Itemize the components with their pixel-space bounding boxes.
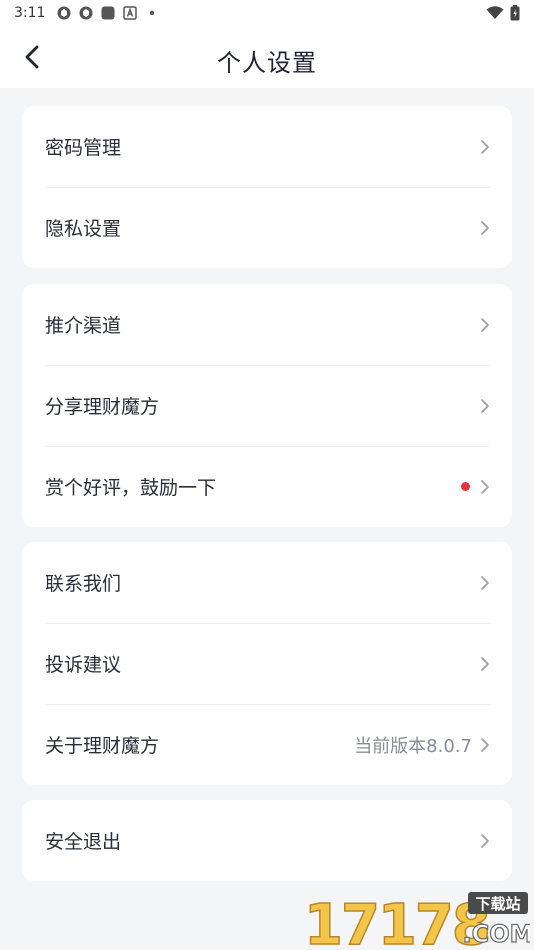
watermark-logo: 17178 下载站 .COM [303,892,530,948]
row-label: 关于理财魔方 [45,735,160,757]
row-label: 投诉建议 [45,654,122,676]
row-contact-us[interactable]: 联系我们 [22,542,512,623]
row-rate-app[interactable]: 赏个好评，鼓励一下 [22,446,512,527]
header: 个人设置 [0,26,534,88]
chevron-right-icon [481,656,489,671]
row-label: 安全退出 [45,831,122,853]
chevron-right-icon [481,220,489,235]
font-a-icon [123,6,138,20]
dot-icon [150,10,155,16]
sync-icon [79,6,93,20]
settings-group-security: 密码管理 隐私设置 [22,106,512,268]
row-label: 密码管理 [45,137,122,159]
page-title: 个人设置 [217,49,317,77]
row-privacy-settings[interactable]: 隐私设置 [22,187,512,268]
chevron-right-icon [481,833,489,848]
row-label: 联系我们 [45,573,122,595]
settings-group-support: 联系我们 投诉建议 关于理财魔方 当前版本8.0.7 [22,542,512,785]
row-share-app[interactable]: 分享理财魔方 [22,365,512,446]
version-text: 当前版本8.0.7 [354,735,472,757]
row-password-management[interactable]: 密码管理 [22,106,512,187]
row-label: 分享理财魔方 [45,396,160,418]
settings-group-share: 推介渠道 分享理财魔方 赏个好评，鼓励一下 [22,284,512,527]
chevron-right-icon [481,737,489,752]
row-logout[interactable]: 安全退出 [22,800,512,881]
row-label: 隐私设置 [45,218,122,240]
watermark-number: 17178 [304,893,489,948]
row-about[interactable]: 关于理财魔方 当前版本8.0.7 [22,704,512,785]
status-time: 3:11 [14,5,46,21]
chevron-right-icon [481,139,489,154]
chevron-right-icon [481,575,489,590]
watermark-domain: .COM [462,920,530,948]
row-referral-channel[interactable]: 推介渠道 [22,284,512,365]
chevron-right-icon [481,398,489,413]
row-complaints-suggestions[interactable]: 投诉建议 [22,623,512,704]
row-label: 赏个好评，鼓励一下 [45,477,217,499]
wifi-icon [486,6,504,19]
battery-icon [510,5,520,21]
chevron-right-icon [481,479,489,494]
sync-icon [57,6,71,20]
chevron-right-icon [481,317,489,332]
status-right [486,5,520,21]
status-icons [57,6,159,20]
status-bar: 3:11 [0,0,534,26]
settings-group-logout: 安全退出 [22,800,512,881]
square-app-icon [101,6,115,20]
watermark-tag: 下载站 [475,895,520,913]
row-label: 推介渠道 [45,315,122,337]
notification-badge [461,482,470,491]
